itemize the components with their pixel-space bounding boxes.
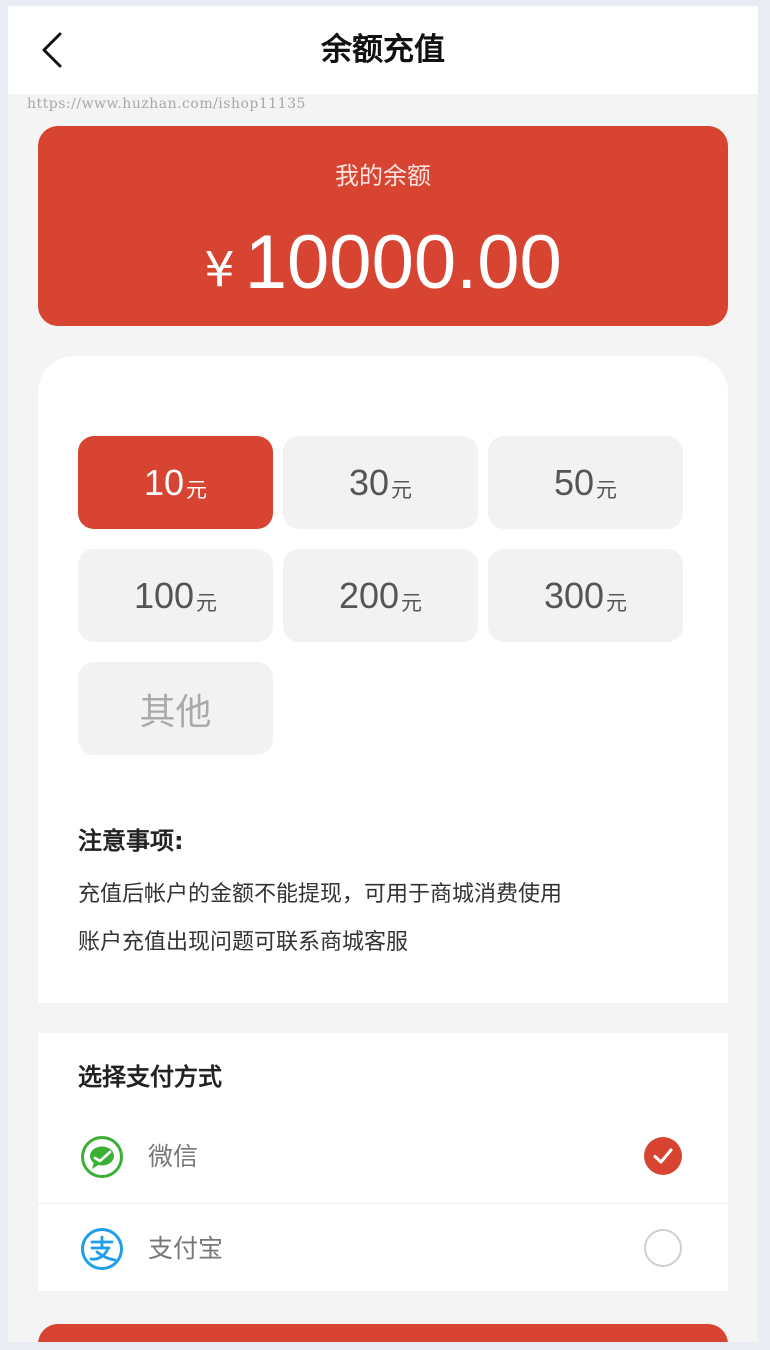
wechat-icon <box>81 1136 123 1178</box>
amount-unit: 元 <box>596 477 618 502</box>
amount-option-10[interactable]: 10 元 <box>78 436 273 529</box>
page-title: 余额充值 <box>321 32 445 68</box>
notice-line: 充值后帐户的金额不能提现，可用于商城消费使用 <box>78 882 563 907</box>
amount-value: 30 <box>348 461 390 503</box>
currency-symbol: ¥ <box>204 242 235 298</box>
amount-value: 50 <box>553 461 595 503</box>
amount-unit: 元 <box>391 477 413 502</box>
payment-label: 支付宝 <box>148 1234 224 1263</box>
chevron-left-icon <box>42 32 62 68</box>
balance-value: 10000.00 <box>244 220 562 305</box>
payment-option-wechat[interactable]: 微信 <box>38 1111 728 1204</box>
amount-unit: 元 <box>186 477 208 502</box>
amount-option-50[interactable]: 50 元 <box>488 436 683 529</box>
amount-unit: 元 <box>196 590 218 615</box>
payment-title: 选择支付方式 <box>78 1063 222 1091</box>
balance-label: 我的余额 <box>335 162 431 190</box>
alipay-icon <box>81 1228 123 1270</box>
balance-amount: ¥ 10000.00 <box>38 218 728 308</box>
radio-unchecked[interactable] <box>644 1229 682 1267</box>
amount-value: 200 <box>338 574 400 616</box>
notice-title: 注意事项: <box>78 827 184 855</box>
amount-option-300[interactable]: 300 元 <box>488 549 683 642</box>
amount-unit: 元 <box>606 590 628 615</box>
check-icon <box>653 1148 673 1164</box>
watermark-url: https://www.huzhan.com/ishop11135 <box>27 96 306 112</box>
amount-option-200[interactable]: 200 元 <box>283 549 478 642</box>
amount-option-100[interactable]: 100 元 <box>78 549 273 642</box>
app-screen: 余额充值 https://www.huzhan.com/ishop11135 我… <box>8 6 758 1342</box>
back-button[interactable] <box>28 24 76 76</box>
amount-grid: 10 元 30 元 50 元 100 元 200 元 300 元 其他 <box>78 436 684 755</box>
payment-option-alipay[interactable]: 支付宝 <box>38 1203 728 1295</box>
nav-bar: 余额充值 <box>8 6 758 94</box>
amount-unit: 元 <box>401 590 423 615</box>
amount-option-other[interactable]: 其他 <box>78 662 273 755</box>
payment-label: 微信 <box>148 1142 199 1171</box>
amount-value: 10 <box>143 461 185 503</box>
notice-line: 账户充值出现问题可联系商城客服 <box>78 930 409 955</box>
amount-value: 100 <box>133 574 195 616</box>
submit-button[interactable] <box>38 1324 728 1342</box>
recharge-card: 10 元 30 元 50 元 100 元 200 元 300 元 其他 注意事项: 充值后帐… <box>38 356 728 1003</box>
radio-checked[interactable] <box>644 1137 682 1175</box>
amount-value: 300 <box>543 574 605 616</box>
payment-card: 选择支付方式 微信 支付宝 <box>38 1033 728 1291</box>
amount-option-30[interactable]: 30 元 <box>283 436 478 529</box>
balance-card: 我的余额 ¥ 10000.00 <box>38 126 728 326</box>
